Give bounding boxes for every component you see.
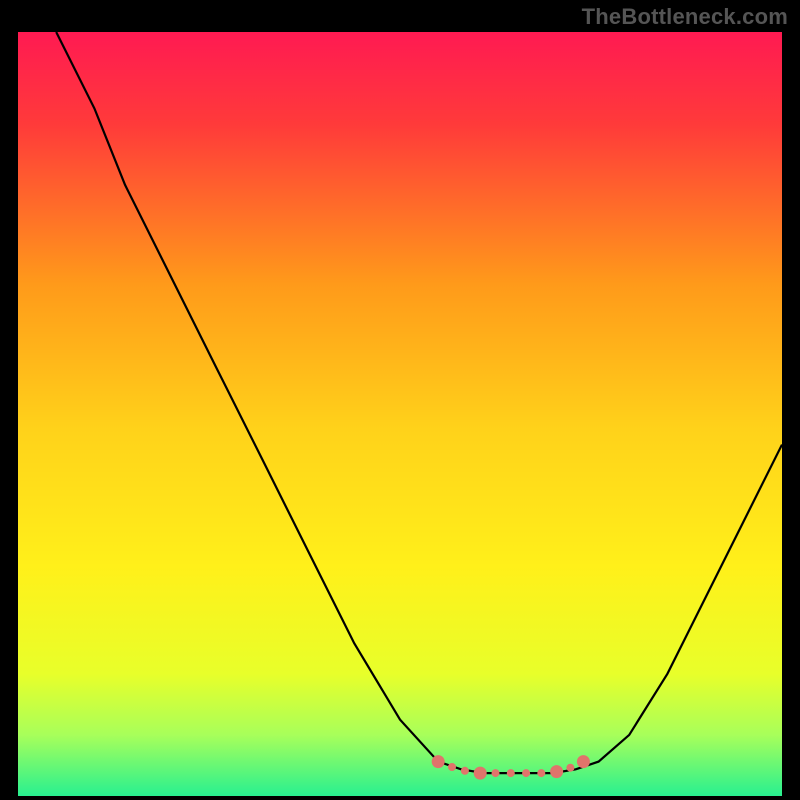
marker-point [566, 764, 574, 772]
marker-point [474, 767, 487, 780]
marker-point [492, 769, 500, 777]
marker-point [577, 755, 590, 768]
marker-point [432, 755, 445, 768]
chart-frame: TheBottleneck.com [0, 0, 800, 800]
marker-point [522, 769, 530, 777]
chart-svg [18, 32, 782, 796]
plot-area [18, 32, 782, 796]
attribution-text: TheBottleneck.com [582, 4, 788, 30]
chart-background [18, 32, 782, 796]
marker-point [550, 765, 563, 778]
marker-point [507, 769, 515, 777]
marker-point [448, 763, 456, 771]
marker-point [537, 769, 545, 777]
marker-point [461, 767, 469, 775]
